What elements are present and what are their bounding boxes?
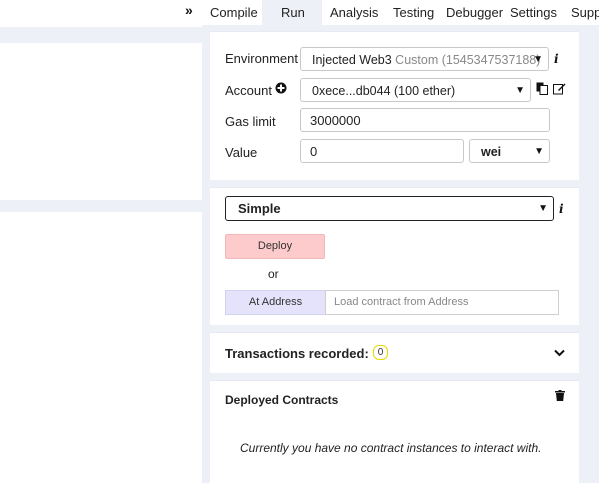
value-unit: wei bbox=[481, 145, 502, 159]
gutter bbox=[202, 179, 599, 187]
gutter-right bbox=[579, 25, 599, 483]
value-unit-select[interactable]: wei ▼ bbox=[469, 139, 550, 163]
chevron-down-icon: ▼ bbox=[538, 203, 548, 214]
tab-debugger[interactable]: Debugger bbox=[446, 0, 503, 25]
tab-analysis[interactable]: Analysis bbox=[330, 0, 378, 25]
chevron-down-icon: ▼ bbox=[515, 85, 525, 96]
environment-value: Injected Web3 bbox=[312, 53, 392, 67]
tab-compile[interactable]: Compile bbox=[210, 0, 260, 25]
environment-select[interactable]: Injected Web3 Custom (1545347537188) ▼ bbox=[300, 47, 549, 71]
gutter bbox=[202, 372, 599, 380]
or-label: or bbox=[268, 267, 279, 281]
chevron-down-icon: ▼ bbox=[534, 146, 544, 157]
empty-contracts-message: Currently you have no contract instances… bbox=[240, 441, 542, 455]
trash-icon[interactable] bbox=[555, 390, 565, 404]
chevron-down-icon[interactable] bbox=[554, 346, 565, 360]
transactions-label: Transactions recorded: bbox=[225, 346, 369, 361]
deployed-contracts-title: Deployed Contracts bbox=[225, 393, 339, 407]
expand-panel-icon[interactable]: » bbox=[185, 2, 193, 18]
tab-support[interactable]: Supp bbox=[571, 0, 599, 25]
transactions-count-badge: 0 bbox=[373, 345, 388, 360]
value-label: Value bbox=[225, 145, 258, 160]
gas-limit-label: Gas limit bbox=[225, 114, 276, 129]
tab-run[interactable]: Run bbox=[262, 0, 322, 25]
add-account-icon[interactable] bbox=[275, 82, 287, 97]
info-icon[interactable]: i bbox=[559, 202, 564, 216]
environment-label: Environment bbox=[225, 51, 298, 66]
gutter-left bbox=[202, 25, 210, 483]
gutter bbox=[202, 324, 599, 332]
tab-settings[interactable]: Settings bbox=[510, 0, 557, 25]
environment-subvalue: Custom (1545347537188) bbox=[395, 53, 541, 67]
at-address-button[interactable]: At Address bbox=[225, 290, 326, 315]
gas-limit-input[interactable]: 3000000 bbox=[300, 108, 550, 132]
value-input[interactable]: 0 bbox=[300, 139, 464, 163]
account-value: 0xece...db044 (100 ether) bbox=[312, 84, 456, 98]
deploy-button[interactable]: Deploy bbox=[225, 234, 325, 259]
tab-testing[interactable]: Testing bbox=[393, 0, 434, 25]
chevron-down-icon: ▼ bbox=[533, 54, 543, 65]
contract-address-input[interactable]: Load contract from Address bbox=[325, 290, 559, 315]
account-label: Account bbox=[225, 83, 272, 98]
contract-value: Simple bbox=[238, 201, 281, 216]
account-select[interactable]: 0xece...db044 (100 ether) ▼ bbox=[300, 78, 531, 102]
edit-icon[interactable] bbox=[553, 82, 566, 98]
left-panel-header-bar bbox=[0, 27, 202, 43]
left-panel-divider-bar bbox=[0, 200, 202, 212]
copy-icon[interactable] bbox=[536, 82, 548, 98]
left-panel bbox=[0, 0, 202, 483]
contract-select[interactable]: Simple ▼ bbox=[225, 196, 554, 221]
info-icon[interactable]: i bbox=[554, 52, 559, 66]
